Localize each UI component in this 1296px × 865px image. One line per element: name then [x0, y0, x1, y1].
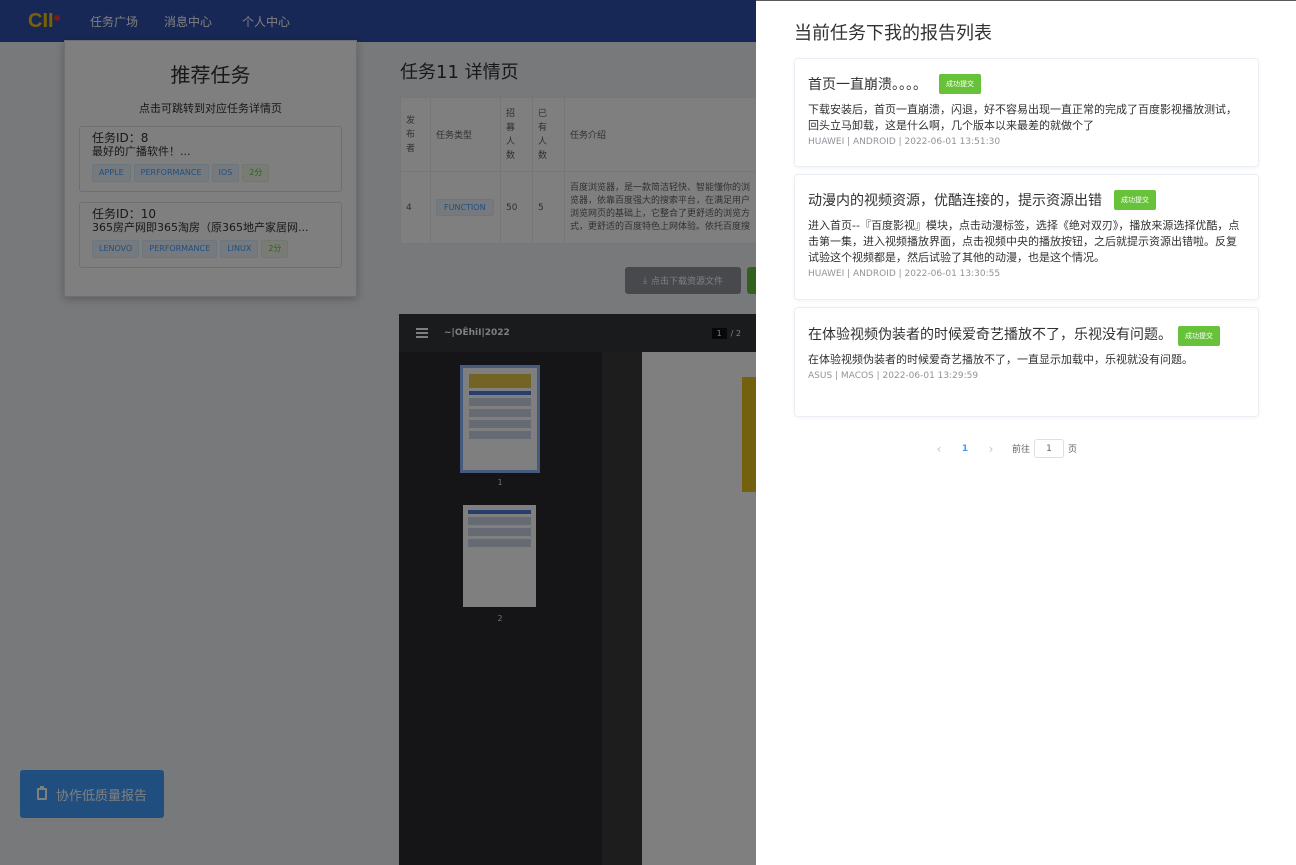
report-body: 下载安装后，首页一直崩溃，闪退，好不容易出现一直正常的完成了百度影视播放测试，回… [808, 103, 1237, 132]
report-body: 进入首页--『百度影视』模块，点击动漫标签，选择《绝对双刃》，播放来源选择优酷，… [808, 219, 1240, 264]
status-badge: 成功提交 [939, 74, 981, 94]
page-number[interactable]: 1 [952, 444, 978, 454]
report-card[interactable]: 首页一直崩溃。。。。 成功提交 下载安装后，首页一直崩溃，闪退，好不容易出现一直… [794, 58, 1259, 167]
drawer-title: 当前任务下我的报告列表 [794, 23, 992, 44]
report-list-drawer: 当前任务下我的报告列表 首页一直崩溃。。。。 成功提交 下载安装后，首页一直崩溃… [756, 0, 1296, 865]
report-header: 首页一直崩溃。。。。 成功提交 [808, 74, 1245, 94]
status-badge: 成功提交 [1178, 326, 1220, 346]
report-card[interactable]: 在体验视频伪装者的时候爱奇艺播放不了，乐视没有问题。 成功提交 在体验视频伪装者… [794, 307, 1259, 417]
report-meta: HUAWEI | ANDROID | 2022-06-01 13:30:55 [808, 269, 1001, 279]
report-card[interactable]: 动漫内的视频资源，优酷连接的，提示资源出错 成功提交 进入首页--『百度影视』模… [794, 174, 1259, 300]
next-page-button[interactable]: › [978, 442, 1004, 456]
page-suffix: 页 [1068, 445, 1078, 455]
report-body: 在体验视频伪装者的时候爱奇艺播放不了，一直显示加载中，乐视就没有问题。 [808, 353, 1193, 366]
report-meta: ASUS | MACOS | 2022-06-01 13:29:59 [808, 371, 979, 381]
report-title: 在体验视频伪装者的时候爱奇艺播放不了，乐视没有问题。 [808, 327, 1172, 343]
report-title: 动漫内的视频资源，优酷连接的，提示资源出错 [808, 193, 1102, 209]
prev-page-button[interactable]: ‹ [926, 442, 952, 456]
report-title: 首页一直崩溃。。。。 [808, 77, 927, 93]
report-header: 动漫内的视频资源，优酷连接的，提示资源出错 成功提交 [808, 190, 1245, 210]
goto-page-input[interactable] [1034, 439, 1065, 458]
status-badge: 成功提交 [1114, 190, 1156, 210]
goto-label: 前往 [1012, 445, 1031, 455]
pagination: ‹ 1 › 前往 页 [926, 439, 1077, 458]
report-meta: HUAWEI | ANDROID | 2022-06-01 13:51:30 [808, 137, 1001, 147]
report-header: 在体验视频伪装者的时候爱奇艺播放不了，乐视没有问题。 成功提交 [808, 322, 1245, 346]
